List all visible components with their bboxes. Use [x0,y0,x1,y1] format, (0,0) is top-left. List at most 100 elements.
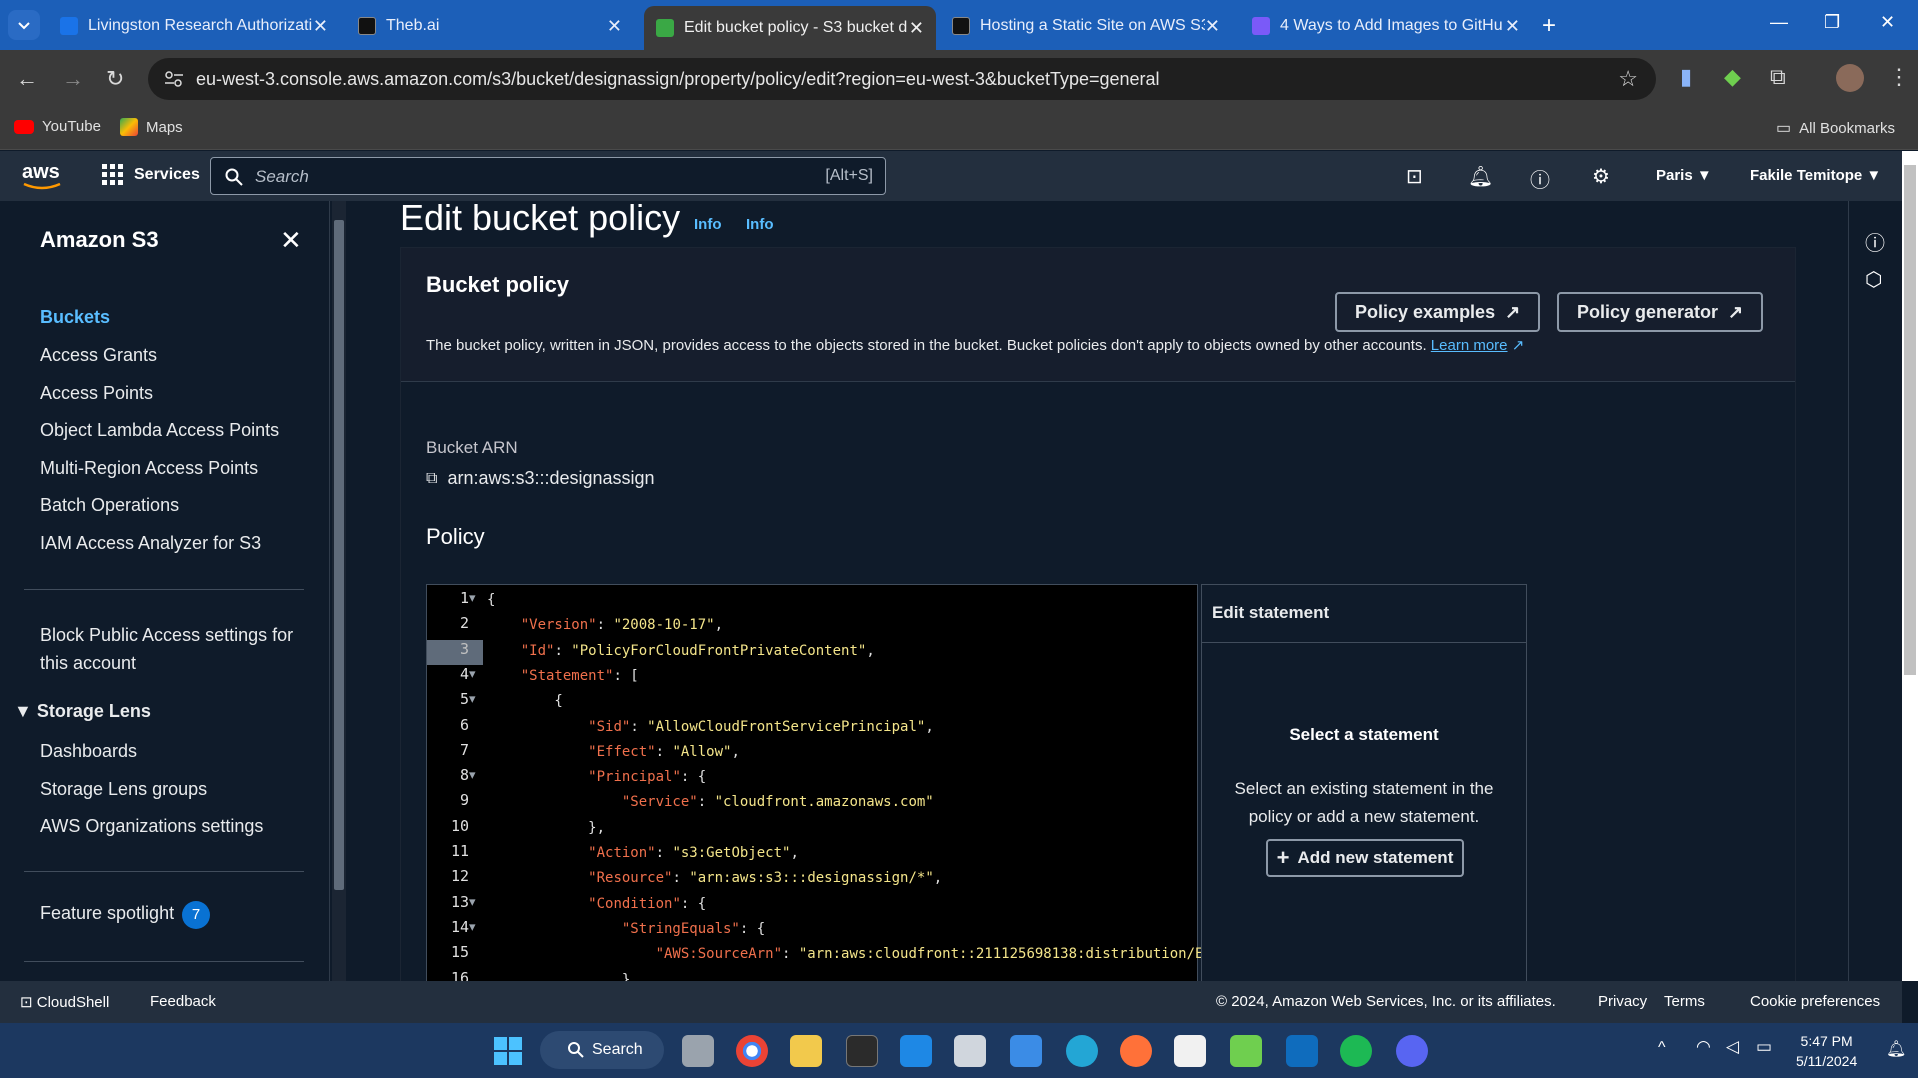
close-window-icon[interactable]: ✕ [1880,12,1895,33]
fold-toggle-icon[interactable]: ▾ [469,590,476,606]
close-tab-icon[interactable]: ✕ [1505,16,1520,37]
extension-docs-icon[interactable]: ▮ [1680,64,1692,90]
spotify-icon[interactable] [1340,1035,1372,1067]
chrome-menu-icon[interactable]: ⋮ [1888,64,1910,90]
bookmark-star-icon[interactable]: ☆ [1618,66,1638,92]
aws-search-input[interactable]: Search [Alt+S] [210,157,886,195]
task-view-icon[interactable] [682,1035,714,1067]
browser-tab[interactable]: Theb.ai ✕ [346,6,634,46]
notifications-bell-icon[interactable]: 🔔︎ [1468,164,1493,189]
volume-icon[interactable]: ◁ [1726,1037,1739,1057]
restore-icon[interactable]: ❐ [1824,12,1840,33]
account-menu[interactable]: Fakile Temitope ▼ [1750,167,1881,184]
sidebar-item-iam-analyzer[interactable]: IAM Access Analyzer for S3 [40,533,261,554]
learn-more-link[interactable]: Learn more [1431,337,1508,354]
chevron-up-icon[interactable]: ^ [1658,1039,1666,1057]
policy-generator-button[interactable]: Policy generator ↗ [1557,292,1764,332]
terms-link[interactable]: Terms [1664,993,1705,1010]
sidebar-item-dashboards[interactable]: Dashboards [40,741,137,762]
fold-toggle-icon[interactable]: ▾ [469,666,476,682]
taskbar-clock[interactable]: 5:47 PM 5/11/2024 [1796,1031,1857,1071]
bookmark-maps[interactable]: Maps [120,118,183,136]
notification-bell-icon[interactable]: 🔔︎ [1886,1039,1906,1059]
sidebar-item-block-public-access[interactable]: Block Public Access settings for this ac… [40,621,310,677]
cloudshell-footer-button[interactable]: ⊡ CloudShell [20,993,109,1011]
browser-tab-strip: Livingston Research Authorizati ✕ Theb.a… [0,0,1918,50]
wifi-icon[interactable]: ◠ [1696,1037,1711,1057]
fold-toggle-icon[interactable]: ▾ [469,894,476,910]
region-selector[interactable]: Paris ▼ [1656,167,1712,184]
browser-tab-active[interactable]: Edit bucket policy - S3 bucket d ✕ [644,6,936,50]
battery-icon[interactable]: ▭ [1756,1037,1772,1057]
sidebar-item-multi-region[interactable]: Multi-Region Access Points [40,458,258,479]
new-tab-icon[interactable]: + [1542,12,1556,40]
policy-examples-button[interactable]: Policy examples ↗ [1335,292,1541,332]
info-panel-icon[interactable]: ⓘ [1865,227,1885,256]
chrome-icon[interactable] [736,1035,768,1067]
file-explorer-icon[interactable] [790,1035,822,1067]
policy-json-editor[interactable]: 1 2 3 4 5 6 7 8 9 10 11 12 13 14 15 16 ▾{ "Version": "2… [426,584,1321,981]
extension-icon[interactable]: ◆ [1724,64,1741,90]
sidebar-item-access-points[interactable]: Access Points [40,383,153,404]
site-info-icon[interactable] [164,70,184,88]
address-bar[interactable]: eu-west-3.console.aws.amazon.com/s3/buck… [148,58,1656,100]
close-tab-icon[interactable]: ✕ [607,16,622,37]
profile-avatar[interactable] [1836,64,1864,92]
outlook-icon[interactable] [1286,1035,1318,1067]
extension-app-icon[interactable] [1230,1035,1262,1067]
back-icon[interactable]: ← [16,66,38,92]
terminal-icon[interactable] [846,1035,878,1067]
browser-tab[interactable]: Livingston Research Authorizati ✕ [48,6,340,46]
cloudshell-icon[interactable]: ⊡ [1406,164,1423,189]
forward-icon[interactable]: → [62,66,84,92]
storage-lens-toggle[interactable]: ▼ Storage Lens [14,701,151,722]
close-tab-icon[interactable]: ✕ [909,18,924,39]
feedback-hex-icon[interactable]: ⬡ [1865,267,1882,292]
edge-icon[interactable] [1066,1035,1098,1067]
close-tab-icon[interactable]: ✕ [313,16,328,37]
3d-box-icon[interactable] [954,1035,986,1067]
taskbar-search[interactable]: Search [540,1031,664,1069]
aws-logo[interactable]: aws [22,161,62,190]
extensions-puzzle-icon[interactable]: ⧉ [1770,64,1786,90]
services-menu-button[interactable]: Services [102,164,200,186]
sidebar-item-batch-operations[interactable]: Batch Operations [40,495,179,516]
fold-toggle-icon[interactable]: ▾ [469,919,476,935]
privacy-link[interactable]: Privacy [1598,993,1647,1010]
info-link[interactable]: Info [694,216,722,233]
feedback-link[interactable]: Feedback [150,993,216,1010]
mail-icon[interactable] [1010,1035,1042,1067]
store-icon[interactable] [1174,1035,1206,1067]
page-scrollbar-thumb[interactable] [1904,165,1916,675]
sidebar-item-object-lambda[interactable]: Object Lambda Access Points [40,420,279,441]
sidebar-item-feature-spotlight[interactable]: Feature spotlight 7 [40,901,211,929]
fold-toggle-icon[interactable]: ▾ [469,767,476,783]
minimize-icon[interactable]: — [1770,12,1788,33]
add-new-statement-button[interactable]: + Add new statement [1266,839,1464,877]
firefox-icon[interactable] [1120,1035,1152,1067]
close-sidebar-icon[interactable]: ✕ [280,225,302,256]
account-name: Fakile Temitope [1750,167,1863,184]
info-link[interactable]: Info [746,216,774,233]
tab-search-button[interactable] [8,10,40,40]
fold-toggle-icon[interactable]: ▾ [469,691,476,707]
code-line: "Sid": "AllowCloudFrontServicePrincipal"… [588,718,934,735]
sidebar-scrollbar-thumb[interactable] [334,220,344,890]
discord-icon[interactable] [1396,1035,1428,1067]
reload-icon[interactable]: ↻ [106,66,124,92]
browser-tab[interactable]: 4 Ways to Add Images to GitHu ✕ [1240,6,1532,46]
vscode-icon[interactable] [900,1035,932,1067]
sidebar-item-access-grants[interactable]: Access Grants [40,345,157,366]
cookie-preferences-link[interactable]: Cookie preferences [1750,993,1880,1010]
sidebar-item-organizations-settings[interactable]: AWS Organizations settings [40,816,263,837]
bookmark-youtube[interactable]: YouTube [14,118,101,135]
settings-gear-icon[interactable]: ⚙ [1592,164,1610,189]
all-bookmarks[interactable]: ▭ All Bookmarks [1776,118,1895,138]
help-icon[interactable]: ⓘ [1530,164,1550,193]
browser-tab[interactable]: Hosting a Static Site on AWS S3 ✕ [940,6,1232,46]
close-tab-icon[interactable]: ✕ [1205,16,1220,37]
windows-start-icon[interactable] [492,1035,524,1067]
copy-icon[interactable]: ⧉ [426,470,437,488]
sidebar-item-storage-lens-groups[interactable]: Storage Lens groups [40,779,207,800]
sidebar-item-buckets[interactable]: Buckets [40,307,110,328]
